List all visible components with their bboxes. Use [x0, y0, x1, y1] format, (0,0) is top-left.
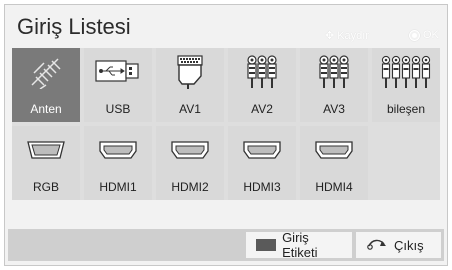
input-label-button-text: Giriş Etiketi: [282, 230, 318, 260]
component-icon: [372, 54, 440, 90]
scroll-arrows-icon: ✥: [325, 30, 335, 42]
usb-icon: [84, 54, 152, 90]
input-label: HDMI2: [171, 180, 209, 194]
input-label-button[interactable]: Giriş Etiketi: [246, 230, 352, 260]
hdmi-icon: [300, 132, 368, 168]
input-tile-hdmi3[interactable]: HDMI3: [228, 126, 296, 200]
input-tile-av1[interactable]: AV1: [156, 48, 224, 122]
input-tile-anten[interactable]: Anten: [12, 48, 80, 122]
input-tile-hdmi1[interactable]: HDMI1: [84, 126, 152, 200]
scroll-hint-label: Kaydır: [337, 29, 370, 42]
scroll-hint: ✥ Kaydır: [325, 29, 370, 43]
input-label: HDMI3: [243, 180, 281, 194]
input-label: AV3: [323, 102, 345, 116]
hdmi-icon: [84, 132, 152, 168]
input-label: RGB: [32, 180, 59, 194]
hdmi-icon: [228, 132, 296, 168]
rca-av-icon: [228, 54, 296, 90]
input-tile-rgb[interactable]: RGB: [12, 126, 80, 200]
antenna-icon: [12, 54, 80, 90]
exit-button-text: Çıkış: [394, 237, 424, 253]
ok-hint-label: OK: [423, 29, 439, 41]
color-key-icon: [256, 239, 277, 251]
ok-hint: OK: [409, 29, 439, 41]
input-label: HDMI1: [99, 180, 137, 194]
input-tile-hdmi4[interactable]: HDMI4: [300, 126, 368, 200]
input-tile-av2[interactable]: AV2: [228, 48, 296, 122]
page-title: Giriş Listesi: [17, 14, 131, 39]
input-label: bileşen: [386, 102, 426, 116]
input-label: Anten: [30, 102, 62, 116]
input-label: AV1: [179, 102, 201, 116]
input-tile-usb[interactable]: USB: [84, 48, 152, 122]
exit-button[interactable]: Çıkış: [356, 232, 441, 258]
input-grid: Anten USB AV1 AV2 AV3 bileşen RGB HDMI1 …: [12, 48, 440, 200]
input-tile-bilesen[interactable]: bileşen: [372, 48, 440, 122]
input-tile-hdmi2[interactable]: HDMI2: [156, 126, 224, 200]
vga-icon: [12, 132, 80, 168]
input-tile-av3[interactable]: AV3: [300, 48, 368, 122]
scart-icon: [156, 54, 224, 90]
rca-av-icon: [300, 54, 368, 90]
input-label: AV2: [251, 102, 273, 116]
bottom-bar: Giriş Etiketi Çıkış: [8, 229, 444, 261]
input-label: USB: [105, 102, 131, 116]
input-label: HDMI4: [315, 180, 353, 194]
back-arrow-icon: [366, 237, 388, 254]
ok-button-icon: [409, 29, 420, 41]
hdmi-icon: [156, 132, 224, 168]
